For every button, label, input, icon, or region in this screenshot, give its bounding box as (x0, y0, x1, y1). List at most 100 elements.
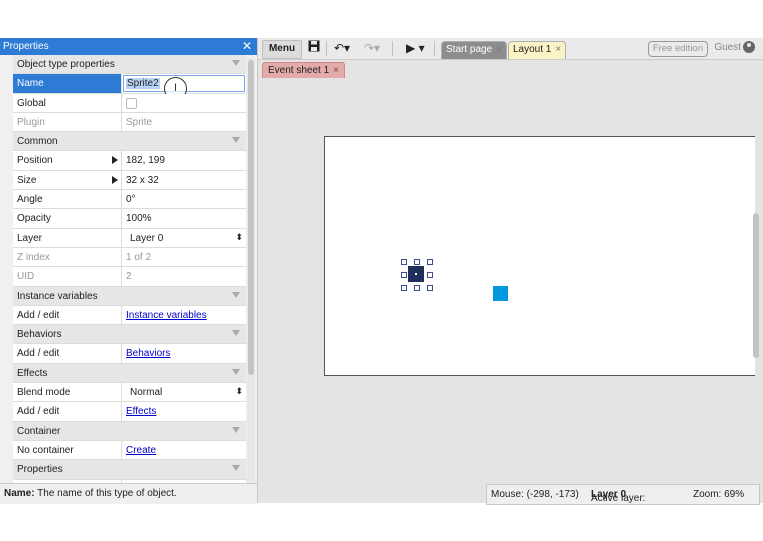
close-icon[interactable]: × (555, 44, 561, 55)
close-icon[interactable]: × (496, 44, 502, 55)
expand-icon[interactable] (112, 175, 118, 184)
layout-scrollbar[interactable] (753, 213, 759, 358)
property-value[interactable]: 32 x 32 (126, 175, 159, 186)
property-row-name[interactable]: Name Sprite2 I (13, 74, 246, 101)
resize-handle[interactable] (414, 259, 420, 265)
properties-help-bar: Name: The name of this type of object. (0, 483, 257, 504)
edition-badge[interactable]: Free edition (647, 41, 708, 57)
property-row-z-index[interactable]: Z index 1 of 2 (13, 247, 246, 268)
collapse-icon[interactable] (232, 330, 240, 337)
category-properties[interactable]: Properties (13, 460, 246, 480)
property-row-no-container[interactable]: No container Create (13, 440, 246, 461)
property-select[interactable]: Normal (130, 387, 162, 398)
close-icon[interactable]: × (333, 65, 339, 76)
resize-handle[interactable] (414, 285, 420, 291)
resize-handle[interactable] (401, 285, 407, 291)
property-label: Blend mode (17, 387, 71, 399)
sprite-instance[interactable] (493, 286, 508, 301)
property-row-opacity[interactable]: Opacity 100% (13, 209, 246, 229)
property-link[interactable]: Create (126, 445, 156, 456)
property-label: No container (17, 444, 74, 456)
category-behaviors[interactable]: Behaviors (13, 325, 246, 345)
help-label: Name: (4, 488, 35, 499)
category-object-type-properties[interactable]: Object type properties (13, 55, 246, 75)
tab-start-page[interactable]: Start page × (441, 41, 507, 59)
property-row-plugin[interactable]: Plugin Sprite (13, 112, 246, 133)
editor-area: Menu ↶▾ ↷▾ ▶ ▾ Start page × Layout 1 × Fre… (258, 38, 763, 505)
property-row-layer[interactable]: Layer Layer 0 ⬍ (13, 228, 246, 248)
resize-handle[interactable] (427, 259, 433, 265)
active-layer-label: Active layer: (591, 493, 646, 504)
select-arrows-icon[interactable]: ⬍ (235, 232, 243, 243)
run-icon[interactable]: ▶ ▾ (406, 40, 425, 57)
property-label: Add / edit (17, 406, 60, 418)
collapse-icon[interactable] (232, 426, 240, 433)
layout-status-bar: Mouse: (-298, -173) Active layer: Layer … (486, 484, 760, 505)
property-link[interactable]: Behaviors (126, 348, 170, 359)
property-label: Angle (17, 194, 43, 206)
category-container[interactable]: Container (13, 421, 246, 441)
category-label: Effects (17, 367, 48, 379)
property-label: Layer (17, 232, 43, 244)
undo-icon[interactable]: ↶▾ (334, 40, 350, 57)
user-name[interactable]: Guest (714, 42, 741, 53)
main-toolbar: Menu ↶▾ ↷▾ ▶ ▾ Start page × Layout 1 × Fre… (258, 38, 763, 60)
collapse-icon[interactable] (232, 368, 240, 375)
property-row-uid[interactable]: UID 2 (13, 267, 246, 287)
category-label: Container (17, 425, 61, 437)
collapse-icon[interactable] (232, 137, 240, 144)
tab-event-sheet-1[interactable]: Event sheet 1 × (262, 62, 345, 79)
select-arrows-icon[interactable]: ⬍ (235, 386, 243, 397)
properties-titlebar: Properties ✕ (0, 38, 257, 55)
property-label: Name (17, 78, 44, 90)
property-row-angle[interactable]: Angle 0° (13, 190, 246, 210)
property-row-position[interactable]: Position 182, 199 (13, 151, 246, 171)
property-select[interactable]: Layer 0 (130, 233, 163, 244)
sprite2-instance[interactable] (408, 266, 424, 282)
resize-handle[interactable] (401, 272, 407, 278)
scrollbar-thumb[interactable] (248, 60, 254, 375)
property-label: Add / edit (17, 348, 60, 360)
property-link[interactable]: Instance variables (126, 310, 207, 321)
category-label: Properties (17, 464, 63, 476)
property-row-add-edit[interactable]: Add / edit Effects (13, 402, 246, 422)
layout-area[interactable] (324, 136, 755, 376)
property-row-add-edit[interactable]: Add / edit Instance variables (13, 305, 246, 326)
resize-handle[interactable] (401, 259, 407, 265)
properties-panel: Properties ✕ Object type properties Name S… (0, 38, 258, 504)
category-instance-variables[interactable]: Instance variables (13, 286, 246, 306)
collapse-icon[interactable] (232, 291, 240, 298)
category-label: Behaviors (17, 329, 62, 341)
property-row-add-edit[interactable]: Add / edit Behaviors (13, 344, 246, 364)
expand-icon[interactable] (112, 156, 118, 165)
property-label: Position (17, 155, 53, 167)
resize-handle[interactable] (427, 285, 433, 291)
floppy-disk-icon[interactable] (308, 40, 320, 57)
property-label: UID (17, 271, 35, 283)
property-value[interactable]: 182, 199 (126, 155, 165, 166)
property-value[interactable]: 0° (126, 194, 136, 205)
tab-layout-1[interactable]: Layout 1 × (508, 41, 567, 59)
collapse-icon[interactable] (232, 60, 240, 66)
redo-icon[interactable]: ↷▾ (364, 40, 380, 57)
property-link[interactable]: Effects (126, 406, 156, 417)
category-label: Object type properties (17, 59, 115, 70)
property-label: Size (17, 174, 37, 186)
property-row-size[interactable]: Size 32 x 32 (13, 170, 246, 191)
category-common[interactable]: Common (13, 132, 246, 152)
global-checkbox[interactable] (126, 97, 137, 109)
resize-handle[interactable] (427, 272, 433, 278)
collapse-icon[interactable] (232, 465, 240, 472)
close-icon[interactable]: ✕ (242, 39, 252, 53)
app-window: Properties ✕ Object type properties Name S… (0, 38, 763, 505)
property-row-global[interactable]: Global (13, 93, 246, 113)
property-label: Z index (17, 251, 50, 263)
name-field-value[interactable]: Sprite2 (126, 78, 160, 90)
property-row-blend-mode[interactable]: Blend mode Normal ⬍ (13, 383, 246, 403)
category-effects[interactable]: Effects (13, 363, 246, 384)
user-icon[interactable] (743, 41, 755, 53)
properties-scrollbar[interactable] (247, 58, 255, 488)
property-value[interactable]: 100% (126, 213, 152, 224)
menu-button[interactable]: Menu (262, 40, 302, 59)
help-text: The name of this type of object. (34, 488, 177, 499)
